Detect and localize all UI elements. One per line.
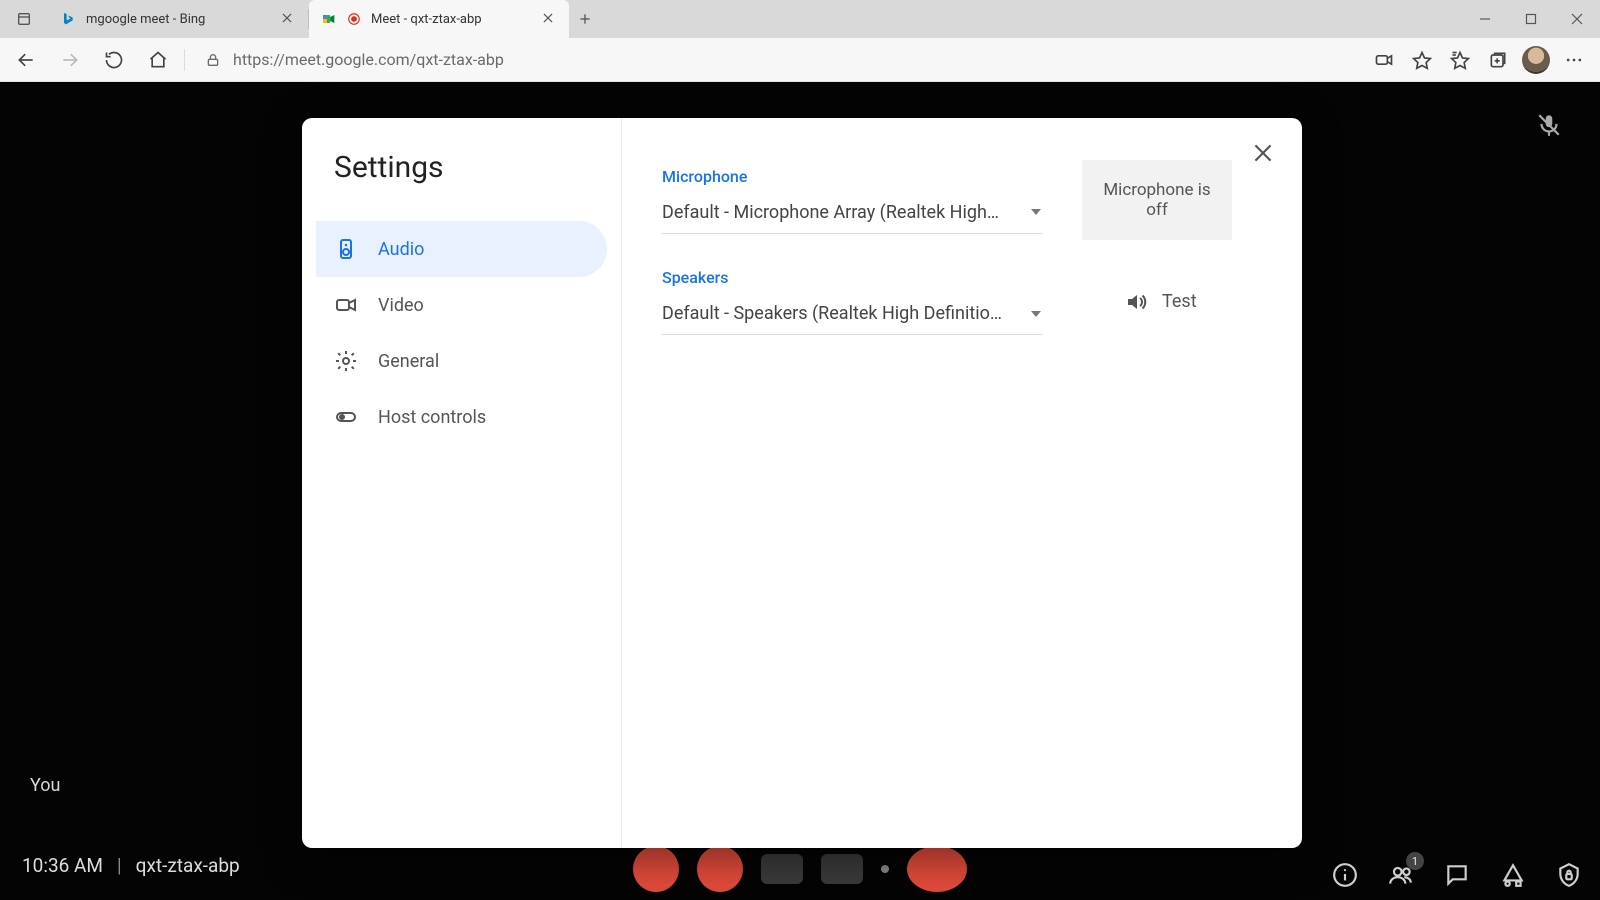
microphone-status: Microphone is off (1082, 160, 1232, 240)
nav-back-button[interactable] (8, 42, 44, 78)
window-controls (1462, 0, 1600, 38)
settings-content: Microphone Default - Microphone Array (R… (622, 118, 1302, 848)
meet-control-bar (633, 846, 967, 892)
tab-title: Meet - qxt-ztax-abp (371, 12, 531, 27)
new-tab-button[interactable] (569, 0, 601, 38)
volume-icon (1124, 290, 1148, 314)
minimize-button[interactable] (1462, 0, 1508, 38)
toggle-camera-button[interactable] (697, 846, 743, 892)
toggle-mic-button[interactable] (633, 846, 679, 892)
nav-host-label: Host controls (378, 407, 486, 428)
activities-icon[interactable] (1500, 862, 1526, 888)
self-video-label: You (30, 775, 60, 796)
favorites-list-icon[interactable] (1442, 42, 1478, 78)
favorite-icon[interactable] (1404, 42, 1440, 78)
separator: | (117, 854, 122, 877)
more-options-button[interactable] (881, 865, 889, 873)
nav-general[interactable]: General (316, 333, 607, 389)
settings-sidebar: Settings Audio Video General (302, 118, 622, 848)
nav-host-controls[interactable]: Host controls (316, 389, 607, 445)
camera-permission-icon[interactable] (1366, 42, 1402, 78)
tab-title: mgoogle meet - Bing (86, 12, 270, 27)
close-window-button[interactable] (1554, 0, 1600, 38)
video-icon (334, 293, 358, 317)
speaker-icon (334, 237, 358, 261)
chat-icon[interactable] (1444, 862, 1470, 888)
meet-info-icons: 1 (1332, 862, 1582, 888)
toggle-icon (334, 405, 358, 429)
settings-dialog: Settings Audio Video General (302, 118, 1302, 848)
microphone-value: Default - Microphone Array (Realtek High… (662, 202, 1002, 223)
meeting-code-text: qxt-ztax-abp (136, 854, 240, 877)
participants-icon[interactable]: 1 (1388, 862, 1414, 888)
present-button[interactable] (821, 854, 863, 884)
profile-avatar[interactable] (1518, 42, 1554, 78)
close-icon[interactable] (280, 11, 296, 27)
microphone-label: Microphone (662, 167, 1042, 186)
tab-actions-icon[interactable] (8, 3, 40, 35)
more-menu-icon[interactable] (1556, 42, 1592, 78)
divider (184, 49, 185, 71)
speakers-section: Speakers Default - Speakers (Realtek Hig… (662, 268, 1262, 335)
speakers-label: Speakers (662, 268, 1042, 287)
chevron-down-icon (1030, 206, 1042, 218)
close-icon[interactable] (541, 11, 557, 27)
host-controls-icon[interactable] (1556, 862, 1582, 888)
meet-viewport: You 10:36 AM | qxt-ztax-abp 1 Settings (0, 82, 1600, 900)
test-label: Test (1162, 291, 1197, 312)
url-text: https://meet.google.com/qxt-ztax-abp (233, 50, 504, 69)
speakers-select[interactable]: Default - Speakers (Realtek High Definit… (662, 297, 1042, 335)
url-box[interactable]: https://meet.google.com/qxt-ztax-abp (193, 43, 1358, 77)
nav-forward-button (52, 42, 88, 78)
leave-call-button[interactable] (907, 846, 967, 892)
maximize-button[interactable] (1508, 0, 1554, 38)
tab-meet[interactable]: Meet - qxt-ztax-abp (309, 0, 569, 38)
chevron-down-icon (1030, 308, 1042, 320)
gear-icon (334, 349, 358, 373)
bing-icon (60, 11, 76, 27)
speakers-value: Default - Speakers (Realtek High Definit… (662, 303, 1002, 324)
refresh-button[interactable] (96, 42, 132, 78)
captions-button[interactable] (761, 854, 803, 884)
nav-general-label: General (378, 351, 439, 372)
test-speakers-button[interactable]: Test (1124, 290, 1197, 314)
meeting-details-icon[interactable] (1332, 862, 1358, 888)
lock-icon (205, 52, 221, 68)
microphone-section: Microphone Default - Microphone Array (R… (662, 160, 1262, 240)
tab-bing[interactable]: mgoogle meet - Bing (48, 0, 308, 38)
clock-text: 10:36 AM (22, 854, 103, 877)
nav-audio-label: Audio (378, 239, 424, 260)
home-button[interactable] (140, 42, 176, 78)
nav-audio[interactable]: Audio (316, 221, 607, 277)
microphone-select[interactable]: Default - Microphone Array (Realtek High… (662, 196, 1042, 234)
nav-video-label: Video (378, 295, 424, 316)
browser-tab-strip: mgoogle meet - Bing Meet - qxt-ztax-abp (0, 0, 1600, 38)
settings-title: Settings (334, 150, 607, 185)
close-dialog-button[interactable] (1250, 140, 1278, 168)
mic-muted-icon (1536, 112, 1566, 142)
address-bar: https://meet.google.com/qxt-ztax-abp (0, 38, 1600, 82)
collections-icon[interactable] (1480, 42, 1516, 78)
record-icon (347, 12, 361, 26)
nav-video[interactable]: Video (316, 277, 607, 333)
google-meet-icon (321, 11, 337, 27)
participants-count-badge: 1 (1406, 852, 1424, 870)
